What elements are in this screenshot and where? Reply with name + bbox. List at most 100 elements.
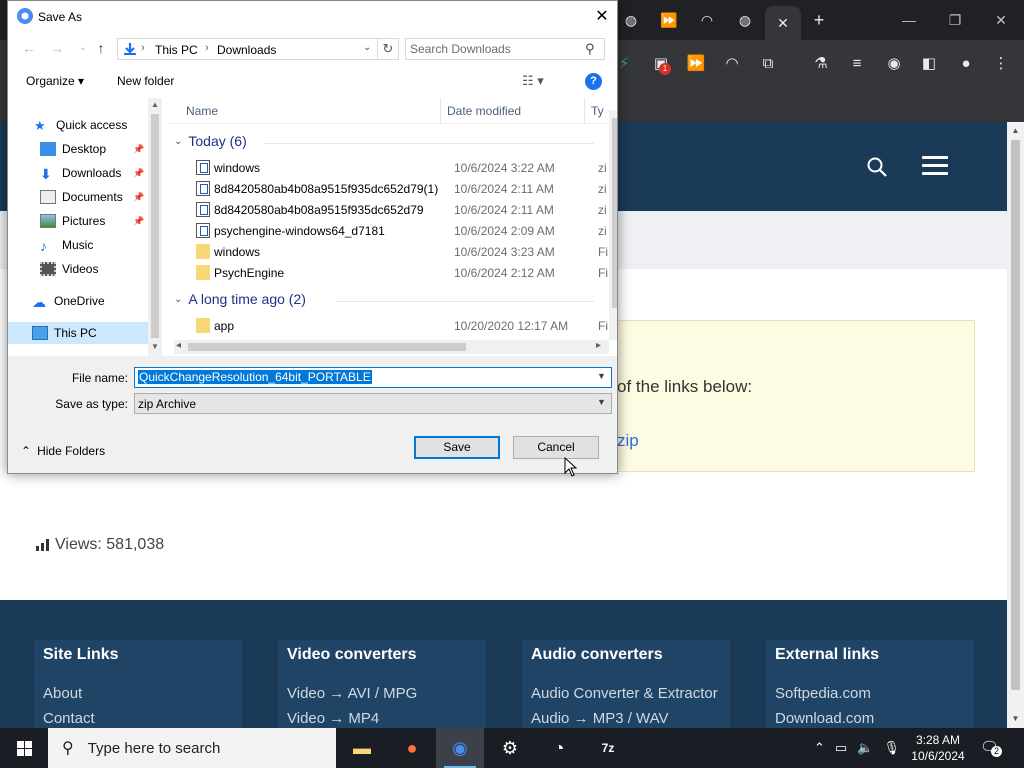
browser-tab[interactable]: ◍ [731, 6, 759, 34]
scrollbar-thumb[interactable] [612, 118, 617, 308]
search-icon[interactable] [866, 156, 888, 178]
file-list-scrollbar[interactable] [609, 110, 617, 340]
download-link[interactable]: zip [617, 431, 639, 451]
breadcrumb-downloads[interactable]: Downloads [217, 43, 276, 57]
column-header-type[interactable]: Ty [591, 104, 604, 118]
footer-link[interactable]: Softpedia.com [775, 685, 871, 702]
browser-tab[interactable]: ◍ [617, 6, 645, 34]
browser-tab[interactable]: ⏩ [655, 6, 683, 34]
labs-flask-icon[interactable]: ⚗ [810, 52, 832, 74]
profile-blue-icon[interactable]: ◉ [883, 52, 905, 74]
save-type-select[interactable]: zip Archive ▼ [134, 393, 612, 414]
footer-link[interactable]: About [43, 685, 82, 702]
search-field[interactable]: ⚲ [405, 38, 605, 60]
search-input[interactable] [410, 41, 580, 57]
extension-media-icon[interactable]: ⏩ [685, 52, 707, 74]
view-options-icon[interactable]: ☷ ▾ [522, 73, 544, 89]
browser-tab[interactable]: ◠ [693, 6, 721, 34]
scroll-up-arrow-icon[interactable]: ▲ [1011, 126, 1020, 135]
scrollbar-thumb[interactable] [151, 114, 159, 338]
group-header-today[interactable]: ⌄ Today (6) [174, 133, 247, 149]
scrollbar-thumb[interactable] [188, 343, 466, 351]
firefox-taskbar-icon[interactable]: ● [388, 728, 436, 768]
restore-button[interactable]: ❐ [932, 0, 978, 40]
file-row[interactable]: 8d8420580ab4b08a9515f935dc652d79 10/6/20… [168, 199, 607, 220]
column-header-date-modified[interactable]: Date modified [447, 104, 521, 118]
group-header-long-ago[interactable]: ⌄ A long time ago (2) [174, 291, 306, 307]
new-folder-button[interactable]: New folder [117, 74, 174, 88]
nav-item-onedrive[interactable]: ☁ OneDrive [8, 290, 148, 312]
file-row[interactable]: PsychEngine 10/6/2024 2:12 AM Fi [168, 262, 608, 283]
forward-arrow-icon[interactable]: → [48, 40, 66, 56]
hamburger-menu-icon[interactable] [922, 156, 948, 176]
taskbar-search-box[interactable]: ⚲ Type here to search [48, 728, 336, 768]
extensions-puzzle-icon[interactable]: ⧉ [757, 52, 779, 74]
close-window-button[interactable]: ✕ [978, 0, 1024, 40]
footer-link[interactable]: Contact [43, 710, 95, 727]
file-list-horizontal-scrollbar[interactable]: ◂ ▸ [174, 340, 609, 354]
file-name-value[interactable]: QuickChangeResolution_64bit_PORTABLE [138, 370, 372, 384]
file-row[interactable]: app 10/20/2020 12:17 AM Fi [168, 315, 608, 336]
show-hidden-icons-icon[interactable]: ⌃ [814, 740, 825, 756]
organize-menu-button[interactable]: Organize ▾ [26, 74, 84, 88]
breadcrumb-this-pc[interactable]: This PC [155, 43, 198, 57]
nav-item-music[interactable]: ♪ Music [8, 234, 148, 256]
more-menu-icon[interactable]: ⋮ [990, 52, 1012, 74]
file-row[interactable]: psychengine-windows64_d7181 10/6/2024 2:… [168, 220, 607, 241]
help-icon[interactable]: ? [585, 73, 602, 90]
footer-link[interactable]: Video → AVI / MPG [287, 685, 417, 702]
settings-taskbar-icon[interactable]: ⚙ [486, 728, 534, 768]
media-queue-icon[interactable]: ≡ [846, 52, 868, 74]
file-row[interactable]: 8d8420580ab4b08a9515f935dc652d79(1) 10/6… [168, 178, 607, 199]
volume-icon[interactable]: 🔈 [857, 740, 873, 756]
dialog-close-icon[interactable]: ✕ [588, 5, 616, 29]
nav-item-downloads[interactable]: ⬇ Downloads 📌 [8, 162, 148, 184]
nav-item-this-pc[interactable]: This PC [8, 322, 148, 344]
cancel-button[interactable]: Cancel [513, 436, 599, 459]
chevron-down-icon[interactable]: ▼ [597, 397, 606, 407]
page-scrollbar[interactable]: ▲ ▼ [1007, 122, 1024, 728]
microphone-icon[interactable]: 🎙 [883, 740, 900, 756]
footer-link[interactable]: Audio → MP3 / WAV [531, 710, 669, 727]
nav-item-videos[interactable]: Videos [8, 258, 148, 280]
extension-bag-icon[interactable]: ▣1 [650, 52, 672, 75]
extension-headphones-icon[interactable]: ◠ [721, 52, 743, 74]
scroll-right-arrow-icon[interactable]: ▸ [596, 340, 601, 351]
start-button[interactable] [0, 728, 48, 768]
scroll-down-arrow-icon[interactable]: ▼ [151, 342, 159, 351]
back-arrow-icon[interactable]: ← [20, 40, 38, 56]
network-icon[interactable]: ▭ [835, 740, 847, 756]
new-tab-button[interactable]: + [805, 6, 833, 34]
chevron-down-icon[interactable]: ▼ [597, 371, 606, 381]
address-bar[interactable]: › This PC › Downloads ⌄ ↻ [117, 38, 399, 60]
side-panel-icon[interactable]: ◧ [918, 52, 940, 74]
nav-item-quick-access[interactable]: ★ Quick access [8, 114, 148, 136]
chrome-taskbar-icon[interactable]: ◉ [436, 728, 484, 768]
scroll-down-arrow-icon[interactable]: ▼ [1011, 714, 1020, 723]
footer-link[interactable]: Download.com [775, 710, 874, 727]
file-row[interactable]: windows 10/6/2024 3:22 AM zi [168, 157, 607, 178]
browser-tab-active-close-icon[interactable]: ✕ [765, 6, 801, 40]
taskbar-clock[interactable]: 3:28 AM 10/6/2024 [908, 732, 968, 764]
file-explorer-taskbar-icon[interactable]: ▬ [338, 728, 386, 768]
hide-folders-button[interactable]: ⌃ Hide Folders [21, 444, 105, 458]
scroll-up-arrow-icon[interactable]: ▲ [151, 100, 159, 109]
up-arrow-icon[interactable]: ↑ [92, 40, 110, 56]
recent-dropdown-icon[interactable]: ⌄ [74, 40, 92, 56]
save-button[interactable]: Save [414, 436, 500, 459]
nav-item-documents[interactable]: Documents 📌 [8, 186, 148, 208]
scrollbar-thumb[interactable] [1011, 140, 1020, 690]
obs-taskbar-icon[interactable]: ◔ [535, 728, 583, 768]
refresh-icon[interactable]: ↻ [377, 39, 398, 59]
address-dropdown-icon[interactable]: ⌄ [363, 42, 371, 53]
minimize-button[interactable]: — [886, 0, 932, 40]
nav-pane-scrollbar[interactable]: ▲ ▼ [148, 98, 162, 356]
account-avatar-icon[interactable]: ● [955, 52, 977, 74]
file-name-input[interactable]: QuickChangeResolution_64bit_PORTABLE ▼ [134, 367, 612, 388]
footer-link[interactable]: Audio Converter & Extractor [531, 685, 718, 702]
notifications-icon[interactable]: 🗨 2 [980, 738, 1002, 757]
7zip-taskbar-icon[interactable]: 7z [584, 728, 632, 768]
nav-item-pictures[interactable]: Pictures 📌 [8, 210, 148, 232]
column-header-name[interactable]: Name [186, 104, 218, 118]
footer-link[interactable]: Video → MP4 [287, 710, 379, 727]
